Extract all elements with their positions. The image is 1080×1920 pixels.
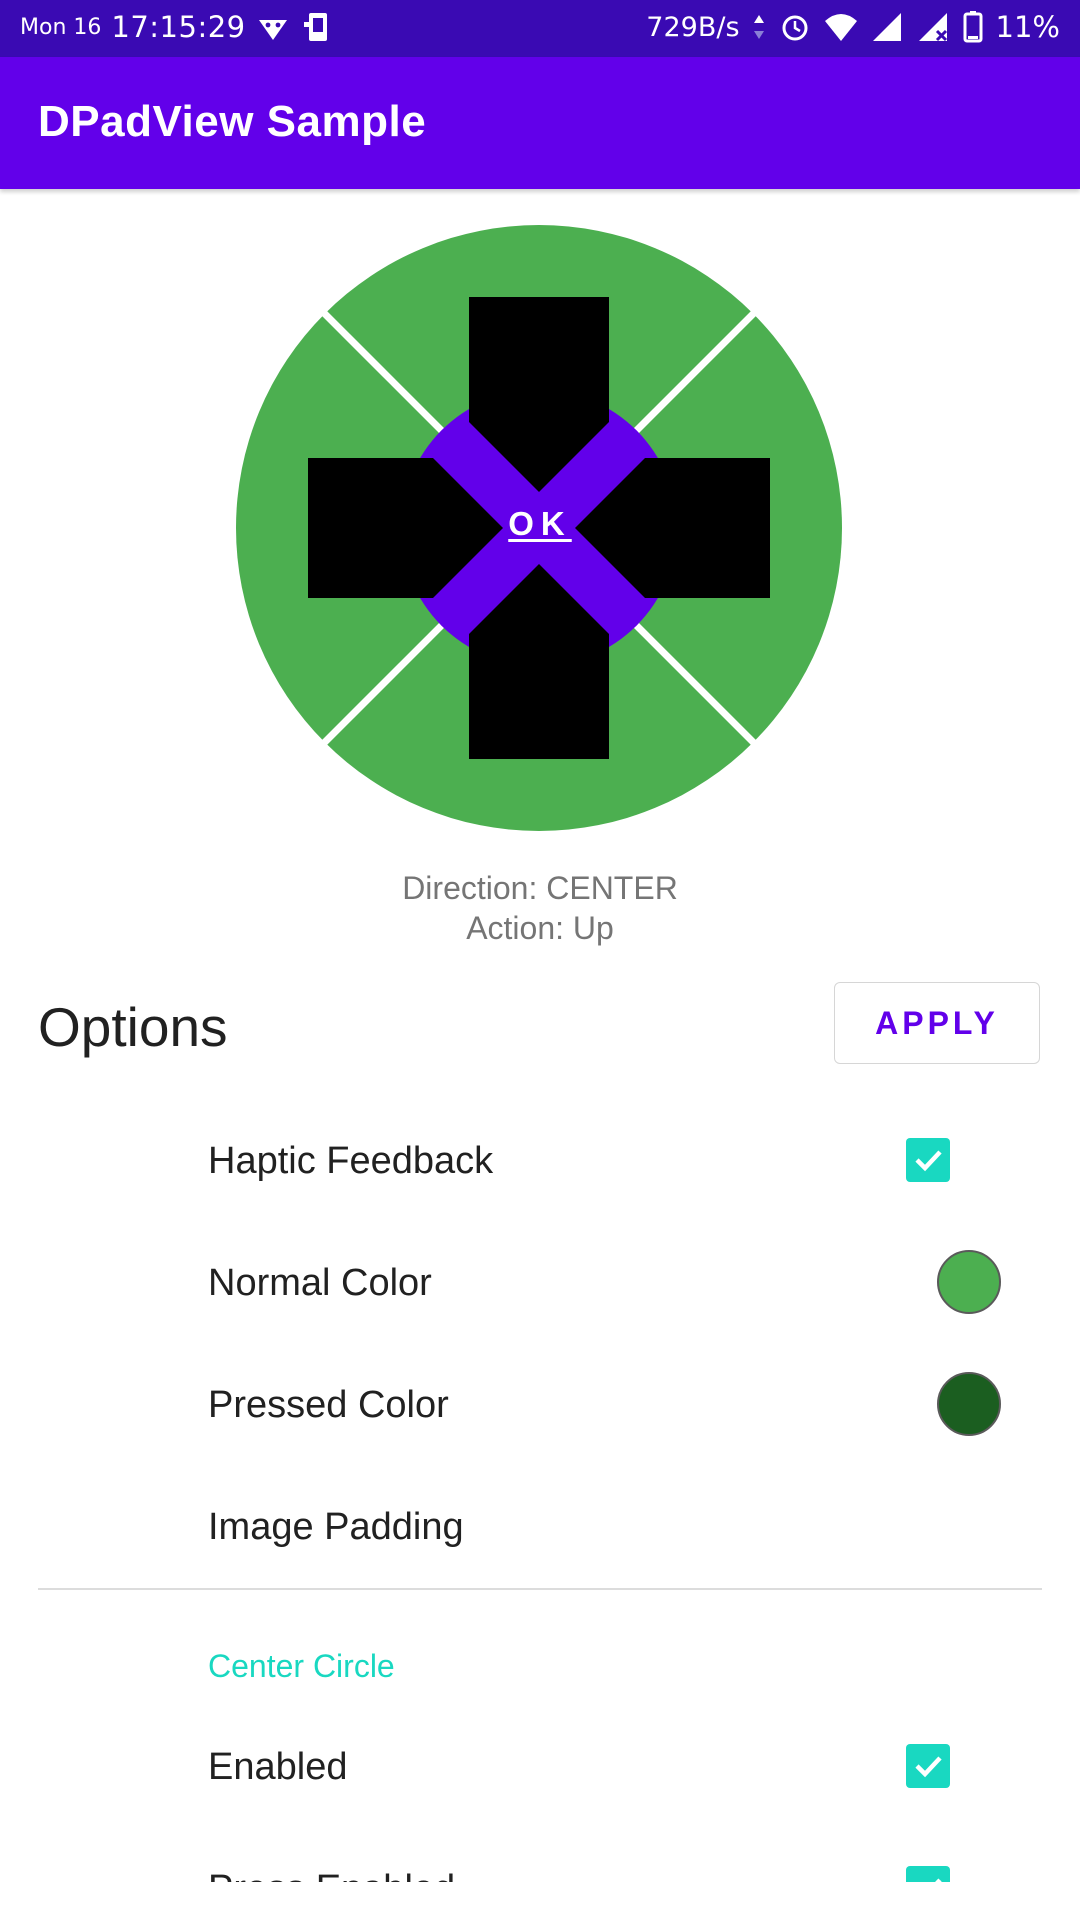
status-day: Mon 16 bbox=[20, 14, 102, 40]
dpad-center-label: OK bbox=[508, 505, 572, 542]
action-text: Action: Up bbox=[466, 910, 614, 946]
center-enabled-label[interactable]: Enabled bbox=[208, 1746, 347, 1789]
normal-color-label[interactable]: Normal Color bbox=[208, 1262, 432, 1305]
check-icon bbox=[935, 1878, 942, 1882]
phone-icon bbox=[303, 13, 327, 41]
haptic-feedback-checkbox[interactable] bbox=[906, 1138, 950, 1182]
options-title: Options bbox=[38, 996, 228, 1058]
press-enabled-checkbox[interactable] bbox=[906, 1866, 950, 1882]
battery-level: 11% bbox=[995, 10, 1060, 44]
alarm-icon bbox=[782, 15, 808, 41]
press-enabled-label[interactable]: Press Enabled bbox=[208, 1868, 455, 1882]
pressed-color-swatch[interactable] bbox=[937, 1372, 1001, 1436]
press-enabled-row[interactable]: Press Enabled bbox=[0, 1860, 1080, 1882]
center-enabled-checkbox[interactable] bbox=[906, 1744, 950, 1788]
wifi-icon bbox=[824, 14, 857, 41]
normal-color-swatch[interactable] bbox=[937, 1250, 1001, 1314]
data-arrows-icon bbox=[753, 15, 764, 39]
net-speed: 729B/s bbox=[646, 11, 740, 43]
apply-button[interactable]: APPLY bbox=[834, 982, 1040, 1064]
haptic-feedback-label[interactable]: Haptic Feedback bbox=[208, 1140, 493, 1183]
signal-icon bbox=[872, 13, 901, 41]
preference-divider bbox=[38, 1588, 1042, 1590]
status-bar-left: Mon 16 17:15:29 bbox=[20, 10, 334, 44]
status-bar-right: 729B/s 11% bbox=[646, 10, 1060, 44]
battery-icon bbox=[963, 11, 983, 43]
check-icon bbox=[915, 1756, 942, 1778]
app-title: DPadView Sample bbox=[38, 97, 427, 146]
image-padding-label[interactable]: Image Padding bbox=[208, 1506, 464, 1549]
bot-icon bbox=[258, 20, 287, 40]
status-time: 17:15:29 bbox=[111, 10, 246, 44]
center-circle-category: Center Circle bbox=[208, 1648, 395, 1684]
direction-text: Direction: CENTER bbox=[402, 870, 678, 906]
check-icon bbox=[915, 1150, 942, 1172]
app-toolbar: DPadView Sample bbox=[0, 57, 1080, 189]
pressed-color-label[interactable]: Pressed Color bbox=[208, 1384, 449, 1427]
status-bar: Mon 16 17:15:29 729B/s 11% bbox=[0, 0, 1080, 57]
signal-x-icon bbox=[918, 13, 947, 42]
